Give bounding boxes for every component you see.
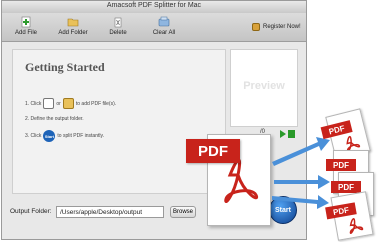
acrobat-icon bbox=[349, 218, 364, 234]
step-2: 2. Define the output folder. bbox=[25, 116, 84, 122]
start-button[interactable]: Start bbox=[269, 196, 297, 224]
preview-label: Preview bbox=[243, 80, 285, 92]
preview-pane: Preview bbox=[230, 49, 298, 127]
add-file-label: Add File bbox=[14, 30, 37, 36]
pdf-banner: PDF bbox=[186, 139, 240, 163]
clear-all-button[interactable]: Clear All bbox=[146, 15, 182, 36]
add-file-button[interactable]: Add File bbox=[8, 15, 44, 36]
add-folder-label: Add Folder bbox=[58, 30, 88, 36]
browse-button[interactable]: Browse bbox=[170, 206, 196, 218]
clear-all-icon bbox=[158, 15, 170, 27]
step-1-prefix: 1. Click bbox=[25, 100, 42, 107]
start-mini-icon: Start bbox=[43, 130, 56, 142]
output-pdf-4: PDF bbox=[325, 191, 374, 241]
getting-started-panel: Getting Started 1. Click or to add PDF f… bbox=[12, 49, 226, 194]
step-3: 3. Click Start to split PDF instantly. bbox=[25, 130, 104, 142]
pdf-label: PDF bbox=[331, 181, 361, 193]
output-folder-field[interactable]: /Users/apple/Desktop/output bbox=[56, 206, 164, 218]
add-file-icon bbox=[20, 15, 32, 28]
delete-button[interactable]: Delete bbox=[100, 15, 136, 36]
step-2-text: 2. Define the output folder. bbox=[25, 116, 84, 122]
lock-icon bbox=[252, 23, 260, 31]
register-label: Register Now! bbox=[263, 24, 301, 30]
toolbar: Add File Add Folder Delete Clear All Reg… bbox=[2, 13, 306, 42]
clear-all-label: Clear All bbox=[152, 30, 176, 36]
step-1-suffix: to add PDF file(s). bbox=[75, 100, 117, 107]
next-page-icon[interactable] bbox=[280, 130, 286, 138]
step-3-prefix: 3. Click bbox=[25, 133, 42, 139]
output-folder-label: Output Folder: bbox=[10, 208, 52, 215]
folder-icon bbox=[67, 15, 79, 27]
window-title: Amacsoft PDF Splitter for Mac bbox=[106, 2, 202, 9]
register-now-link[interactable]: Register Now! bbox=[252, 23, 301, 31]
add-file-mini-icon bbox=[43, 98, 55, 109]
delete-label: Delete bbox=[109, 30, 127, 36]
add-folder-button[interactable]: Add Folder bbox=[55, 15, 91, 36]
step-1-or: or bbox=[56, 100, 61, 107]
step-1: 1. Click or to add PDF file(s). bbox=[25, 98, 116, 109]
delete-icon bbox=[112, 15, 124, 28]
last-page-icon[interactable] bbox=[288, 130, 295, 138]
panel-title: Getting Started bbox=[25, 60, 105, 74]
pdf-label: PDF bbox=[326, 159, 356, 171]
folder-mini-icon bbox=[62, 98, 74, 109]
step-3-suffix: to split PDF instantly. bbox=[57, 133, 104, 139]
